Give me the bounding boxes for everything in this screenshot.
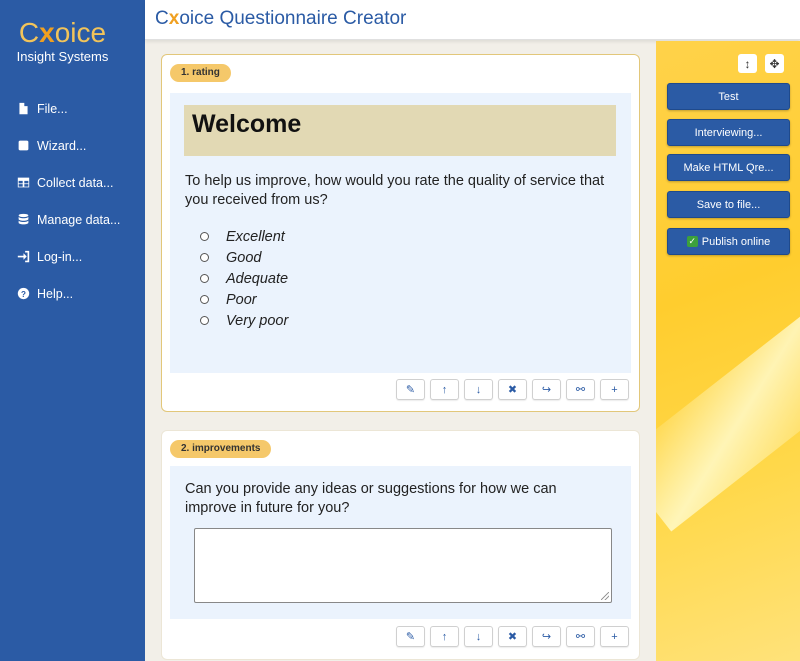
sidebar-item-manage-data[interactable]: Manage data... [16,201,120,238]
question-toolbar: ✎ ↑ ↓ ✖ ↪ ⚯ + [396,379,629,400]
sidebar-item-wizard[interactable]: Wizard... [16,127,120,164]
link-button[interactable]: ⚯ [566,379,595,400]
move-up-button[interactable]: ↑ [430,379,459,400]
option-good[interactable]: Good [200,247,288,268]
sidebar-item-collect-data[interactable]: Collect data... [16,164,120,201]
link-button[interactable]: ⚯ [566,626,595,647]
option-label: Very poor [226,312,289,329]
page-title: Cxoice Questionnaire Creator [155,8,407,29]
question-text: To help us improve, how would you rate t… [185,173,605,208]
option-excellent[interactable]: Excellent [200,226,288,247]
sidebar-nav: File... Wizard... Collect data... Manage… [16,90,120,312]
checkbox-checked-icon: ✓ [686,236,698,247]
table-icon [16,176,30,190]
move-down-button[interactable]: ↓ [464,379,493,400]
file-icon [16,102,30,116]
logo-subtitle: Insight Systems [16,49,109,64]
svg-text:?: ? [21,290,26,299]
heading-box: Welcome [184,105,616,156]
option-label: Excellent [226,228,285,245]
question-toolbar: ✎ ↑ ↓ ✖ ↪ ⚯ + [396,626,629,647]
app-header: Cxoice Questionnaire Creator [145,0,800,40]
radio-button[interactable] [200,316,209,325]
publish-online-button[interactable]: ✓ Publish online [667,228,790,255]
question-card-rating[interactable]: 1. rating Welcome To help us improve, ho… [161,54,640,412]
app-logo: Cxoice [18,17,107,48]
database-icon [16,213,30,227]
rating-options: Excellent Good Adequate Poor Very poor [200,226,288,331]
test-button[interactable]: Test [667,83,790,110]
question-tag: 2. improvements [170,440,272,458]
sidebar-item-label: Wizard... [37,138,87,153]
sidebar-item-label: Manage data... [37,212,121,227]
save-to-file-button[interactable]: Save to file... [667,191,790,218]
option-poor[interactable]: Poor [200,289,288,310]
interviewing-button[interactable]: Interviewing... [667,119,790,146]
radio-button[interactable] [200,295,209,304]
sidebar-item-label: Collect data... [37,175,114,190]
move-icon[interactable]: ✥ [765,54,784,73]
option-label: Poor [226,291,257,308]
question-preview: Can you provide any ideas or suggestions… [170,466,631,619]
option-label: Adequate [226,270,289,287]
add-question-button[interactable]: + [600,379,629,400]
sidebar-item-login[interactable]: Log-in... [16,238,120,275]
radio-button[interactable] [200,253,209,262]
sidebar-item-label: Log-in... [37,249,83,264]
resize-handle-icon[interactable] [601,592,609,600]
delete-button[interactable]: ✖ [498,379,527,400]
move-down-button[interactable]: ↓ [464,626,493,647]
sidebar-item-file[interactable]: File... [16,90,120,127]
add-question-button[interactable]: + [600,626,629,647]
option-very-poor[interactable]: Very poor [200,310,288,331]
panel-tools: ↕ ✥ [738,54,784,73]
question-tag: 1. rating [170,64,231,82]
login-icon [16,250,30,264]
square-icon [16,139,30,153]
question-preview: Welcome To help us improve, how would yo… [170,93,631,373]
radio-button[interactable] [200,232,209,241]
make-html-qre-button[interactable]: Make HTML Qre... [667,154,790,181]
sidebar: Cxoice Insight Systems File... Wizard...… [0,0,145,661]
sidebar-item-help[interactable]: ? Help... [16,275,120,312]
resize-vertical-icon[interactable]: ↕ [738,54,757,73]
sidebar-item-label: Help... [37,286,74,301]
answer-textarea[interactable] [194,528,612,603]
option-adequate[interactable]: Adequate [200,268,288,289]
skip-button[interactable]: ↪ [532,379,561,400]
edit-button[interactable]: ✎ [396,626,425,647]
actions-panel: ↕ ✥ Test Interviewing... Make HTML Qre..… [656,41,800,661]
delete-button[interactable]: ✖ [498,626,527,647]
option-label: Good [226,249,262,266]
heading-text: Welcome [192,110,302,138]
edit-button[interactable]: ✎ [396,379,425,400]
move-up-button[interactable]: ↑ [430,626,459,647]
decorative-streak [656,300,800,532]
sidebar-item-label: File... [37,101,68,116]
question-card-improvements[interactable]: 2. improvements Can you provide any idea… [161,430,640,660]
publish-online-label: Publish online [701,235,771,248]
question-text: Can you provide any ideas or suggestions… [185,481,557,516]
help-icon: ? [16,287,30,301]
skip-button[interactable]: ↪ [532,626,561,647]
radio-button[interactable] [200,274,209,283]
